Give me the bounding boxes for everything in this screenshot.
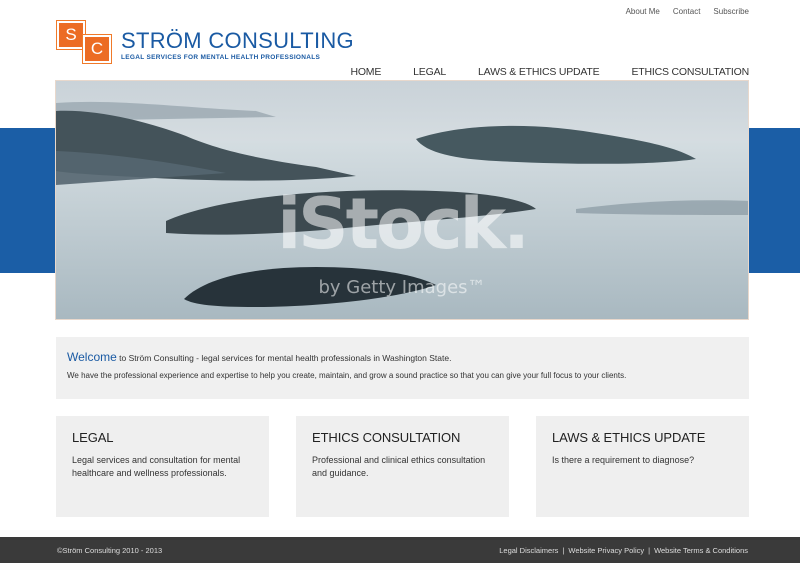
footer-link-terms-conditions[interactable]: Website Terms & Conditions [654, 546, 748, 555]
nav-item-legal[interactable]: LEGAL [381, 66, 446, 78]
card-body: Is there a requirement to diagnose? [552, 455, 695, 465]
nav-item-laws-ethics-update[interactable]: LAWS & ETHICS UPDATE [446, 66, 600, 78]
nav-item-home[interactable]: HOME [318, 66, 381, 83]
nav-item-ethics-consultation[interactable]: ETHICS CONSULTATION [599, 66, 749, 78]
logo-name: STRÖM CONSULTING [121, 28, 354, 53]
logo-letter-c: C [82, 34, 112, 64]
stock-watermark-credit: by Getty Images™ [318, 277, 486, 298]
stock-watermark-logo: iStock. [277, 183, 530, 265]
about-me-link[interactable]: About Me [626, 7, 660, 16]
footer-separator: | [648, 546, 651, 555]
welcome-line-1: Welcome to Ström Consulting - legal serv… [67, 350, 738, 364]
card-title: ETHICS CONSULTATION [312, 430, 461, 445]
welcome-highlight: Welcome [67, 350, 117, 364]
logo-tagline: LEGAL SERVICES FOR MENTAL HEALTH PROFESS… [121, 54, 321, 61]
main-nav: HOME LEGAL LAWS & ETHICS UPDATE ETHICS C… [318, 66, 749, 83]
welcome-panel: Welcome to Ström Consulting - legal serv… [56, 337, 749, 399]
card-laws-ethics-update[interactable]: LAWS & ETHICS UPDATE Is there a requirem… [536, 416, 749, 517]
footer-link-legal-disclaimers[interactable]: Legal Disclaimers [499, 546, 558, 555]
card-body: Professional and clinical ethics consult… [312, 455, 486, 478]
subscribe-link[interactable]: Subscribe [713, 7, 749, 16]
contact-link[interactable]: Contact [673, 7, 701, 16]
logo-letter-s: S [56, 20, 86, 50]
utility-nav: About Me Contact Subscribe [626, 7, 749, 16]
card-title: LEGAL [72, 430, 114, 445]
hero-image: iStock. by Getty Images™ [55, 80, 749, 320]
welcome-intro-text: to Ström Consulting - legal services for… [116, 353, 452, 363]
site-footer: ©Ström Consulting 2010 - 2013 Legal Disc… [0, 537, 800, 563]
footer-links: Legal Disclaimers | Website Privacy Poli… [499, 546, 748, 555]
card-ethics-consultation[interactable]: ETHICS CONSULTATION Professional and cli… [296, 416, 509, 517]
card-legal[interactable]: LEGAL Legal services and consultation fo… [56, 416, 269, 517]
card-title: LAWS & ETHICS UPDATE [552, 430, 706, 445]
footer-link-privacy-policy[interactable]: Website Privacy Policy [568, 546, 644, 555]
site-logo[interactable]: S C STRÖM CONSULTING LEGAL SERVICES FOR … [56, 20, 357, 65]
card-body: Legal services and consultation for ment… [72, 455, 241, 478]
footer-separator: | [562, 546, 565, 555]
footer-copyright: ©Ström Consulting 2010 - 2013 [57, 546, 163, 555]
welcome-line-2: We have the professional experience and … [67, 371, 627, 380]
